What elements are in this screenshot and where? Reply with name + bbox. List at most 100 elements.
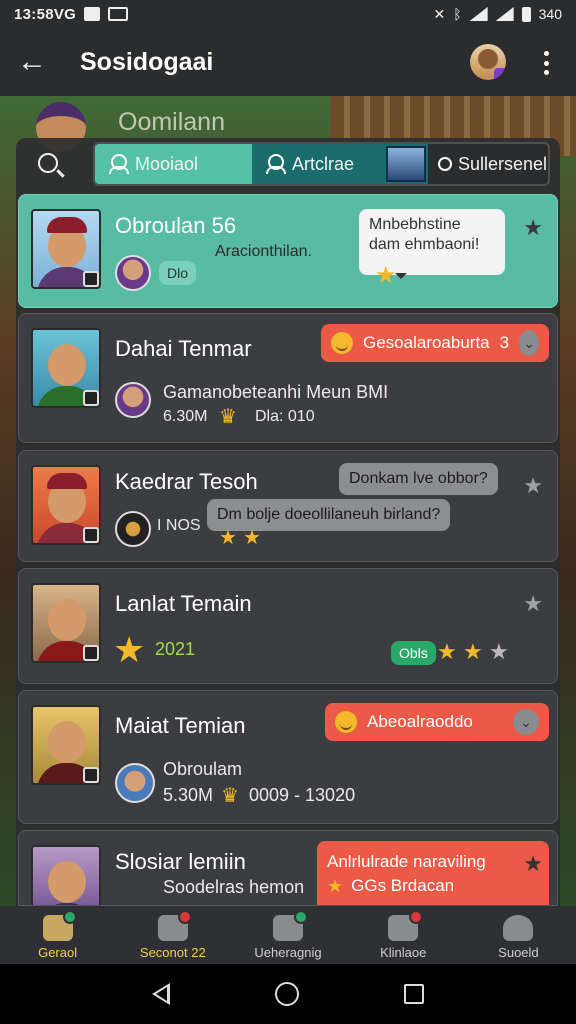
hat [47, 473, 87, 489]
mini-avatar [115, 763, 155, 803]
nav-label: Ueheragnig [254, 945, 322, 960]
status-bar: 13:58VG ✕ ᛒ 340 [0, 0, 576, 28]
pill-label: Anlrlulrade naraviling [327, 851, 486, 871]
star-icon[interactable]: ★ [523, 215, 543, 241]
level-badge [83, 390, 99, 406]
battery-level: 340 [538, 6, 562, 22]
character-name: Maiat Temian [115, 713, 246, 738]
nav-item-5[interactable]: Suoeld [461, 906, 576, 964]
trophy-icon: ♛ [221, 785, 239, 807]
status-time: 13:58VG [14, 5, 77, 23]
star-icon[interactable]: ★ [523, 473, 543, 499]
filter-tab-3[interactable]: Sullersenel [428, 144, 548, 184]
more-vert-icon[interactable] [534, 48, 558, 78]
star-icon: ★ [113, 629, 146, 670]
detail-line: Gamanobeteanhi Meun BMI [163, 382, 389, 402]
star-icon: ★ [489, 639, 509, 664]
notification-icon [84, 7, 101, 21]
pill-label: Gesoalaroaburta [363, 333, 490, 352]
app-root: 13:58VG ✕ ᛒ 340 ← Sosidogaai Oomilann Mo… [0, 0, 576, 1024]
app-bar: ← Sosidogaai [0, 28, 576, 96]
list-item[interactable]: Maiat Temian Abeoalraoddo ⌄ Obroulam 5.3… [18, 690, 558, 824]
star-icon: ★ [327, 875, 344, 896]
character-name: Dahai Tenmar [115, 336, 252, 361]
notification-dot [63, 910, 78, 924]
filter-tabs: Mooiaol Artclrae Sullersenel [93, 142, 550, 186]
search-icon [38, 153, 58, 173]
level-badge [83, 271, 99, 287]
nav-label: Suoeld [498, 945, 539, 960]
list-item[interactable]: Slosiar lemiin Soodelras hemon Anlrlulra… [18, 830, 558, 906]
tag-badge: Dlo [159, 261, 197, 285]
character-portrait [31, 705, 101, 785]
scene-title: Oomilann [118, 108, 225, 136]
chevron-down-icon[interactable]: ⌄ [519, 330, 539, 356]
nav-item-3[interactable]: Ueheragnig [230, 906, 345, 964]
wifi-icon [469, 7, 488, 21]
star-icon[interactable]: ★ [523, 851, 543, 877]
score-value: 2021 [155, 639, 196, 659]
nav-label: Seconot 22 [139, 945, 206, 960]
chevron-down-icon[interactable]: ⌄ [513, 709, 539, 735]
character-name: Slosiar lemiin [115, 849, 246, 874]
list-item[interactable]: Dahai Tenmar Gesoalaroaburta 3 ⌄ Gamanob… [18, 313, 558, 443]
pill-suffix: 3 [499, 333, 510, 352]
home-icon[interactable] [274, 982, 299, 1006]
avatar[interactable] [470, 44, 506, 80]
star-icon[interactable]: ★ [523, 591, 543, 617]
filter-label: Sullersenel [458, 153, 548, 174]
filter-tab-2[interactable]: Artclrae [252, 144, 428, 184]
mini-avatar [115, 511, 151, 547]
bottom-nav: Geraol Seconot 22 Ueheragnig Klinlaoe Su… [0, 906, 576, 964]
status-pill[interactable]: Abeoalraoddo ⌄ [325, 703, 549, 741]
notification-dot [178, 910, 193, 924]
filter-tab-1[interactable]: Mooiaol [95, 144, 252, 184]
nav-label: Klinlaoe [380, 945, 427, 960]
star-icon: ★ [219, 527, 237, 549]
pill-label: Abeoalraoddo [367, 712, 473, 731]
signal-icon [495, 7, 514, 21]
search-button[interactable] [26, 144, 70, 182]
detail-value: 6.30M [163, 408, 208, 425]
back-arrow-icon[interactable]: ← [0, 28, 64, 96]
filter-label: Artclrae [292, 153, 355, 174]
status-dot [494, 68, 506, 80]
list-item[interactable]: Kaedrar Tesoh Donkam lve obbor? Dm bolje… [18, 450, 558, 562]
nav-label: Geraol [38, 945, 78, 960]
star-icon: ★ [243, 527, 261, 549]
detail-value: I NOS [157, 517, 201, 534]
filter-label: Mooiaol [135, 153, 199, 174]
person-icon [266, 154, 286, 174]
character-name: Lanlat Temain [115, 591, 252, 616]
trophy-icon: ♛ [219, 406, 237, 428]
mute-icon: ✕ [433, 5, 446, 22]
level-badge [83, 645, 99, 661]
character-name: Obroulan 56 [115, 213, 237, 238]
circle-icon [438, 157, 452, 171]
star-icon: ★ [437, 639, 457, 664]
level-badge [83, 527, 99, 543]
detail-value: 0009 - 13020 [249, 785, 356, 805]
emoji-icon [331, 332, 353, 354]
person-icon [109, 154, 129, 174]
notification-dot [293, 910, 308, 924]
detail-line: Obroulam [163, 759, 243, 779]
nav-item-1[interactable]: Geraol [0, 906, 115, 964]
back-icon[interactable] [152, 983, 171, 1005]
character-portrait [31, 845, 101, 905]
list-item[interactable]: Lanlat Temain ★ 2021 Obls ★ ★ ★ ★ [18, 568, 558, 684]
hat [47, 217, 87, 233]
recents-icon[interactable] [403, 984, 424, 1004]
character-portrait [31, 328, 101, 408]
status-icons: ✕ ᛒ 340 [434, 6, 563, 23]
nav-item-4[interactable]: Klinlaoe [346, 906, 461, 964]
nav-item-2[interactable]: Seconot 22 [115, 906, 230, 964]
level-badge [83, 767, 99, 783]
status-pill[interactable]: Anlrlulrade naraviling ★ GGs Brdacan [317, 841, 549, 905]
list-item[interactable]: Obroulan 56 Aracionthilan. Dlo Mnbebhsti… [18, 194, 558, 308]
star-icon: ★ [375, 262, 397, 289]
character-portrait [31, 465, 101, 545]
character-portrait [31, 209, 101, 289]
status-pill[interactable]: Gesoalaroaburta 3 ⌄ [321, 324, 549, 362]
character-name: Kaedrar Tesoh [115, 469, 258, 494]
